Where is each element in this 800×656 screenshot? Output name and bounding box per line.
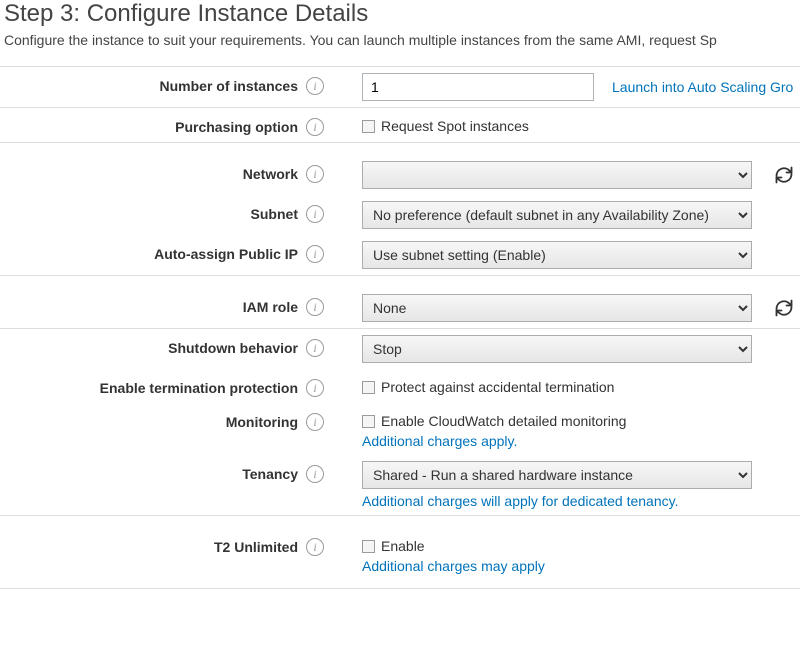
divider bbox=[0, 588, 800, 589]
label-network: Network bbox=[243, 166, 298, 182]
tenancy-select[interactable]: Shared - Run a shared hardware instance bbox=[362, 461, 752, 489]
termination-protection-checkbox[interactable] bbox=[362, 381, 375, 394]
info-icon[interactable]: i bbox=[306, 413, 324, 431]
refresh-icon[interactable] bbox=[774, 298, 794, 321]
refresh-icon[interactable] bbox=[774, 165, 794, 188]
label-termination-protection: Enable termination protection bbox=[100, 380, 298, 396]
page-title: Step 3: Configure Instance Details bbox=[4, 0, 800, 28]
t2-unlimited-checkbox-label: Enable bbox=[381, 538, 425, 554]
info-icon[interactable]: i bbox=[306, 298, 324, 316]
info-icon[interactable]: i bbox=[306, 538, 324, 556]
monitoring-checkbox[interactable] bbox=[362, 415, 375, 428]
label-iam-role: IAM role bbox=[243, 299, 298, 315]
label-monitoring: Monitoring bbox=[226, 414, 298, 430]
request-spot-checkbox[interactable] bbox=[362, 120, 375, 133]
info-icon[interactable]: i bbox=[306, 118, 324, 136]
info-icon[interactable]: i bbox=[306, 379, 324, 397]
termination-protection-checkbox-label: Protect against accidental termination bbox=[381, 379, 614, 395]
tenancy-charges-link[interactable]: Additional charges will apply for dedica… bbox=[362, 493, 752, 509]
monitoring-checkbox-label: Enable CloudWatch detailed monitoring bbox=[381, 413, 626, 429]
label-auto-assign-ip: Auto-assign Public IP bbox=[154, 246, 298, 262]
monitoring-charges-link[interactable]: Additional charges apply. bbox=[362, 433, 626, 449]
subnet-select[interactable]: No preference (default subnet in any Ava… bbox=[362, 201, 752, 229]
info-icon[interactable]: i bbox=[306, 205, 324, 223]
network-select[interactable] bbox=[362, 161, 752, 189]
info-icon[interactable]: i bbox=[306, 465, 324, 483]
t2-unlimited-checkbox[interactable] bbox=[362, 540, 375, 553]
auto-assign-ip-select[interactable]: Use subnet setting (Enable) bbox=[362, 241, 752, 269]
number-of-instances-input[interactable] bbox=[362, 73, 594, 101]
label-tenancy: Tenancy bbox=[242, 466, 298, 482]
t2-charges-link[interactable]: Additional charges may apply bbox=[362, 558, 545, 574]
iam-role-select[interactable]: None bbox=[362, 294, 752, 322]
info-icon[interactable]: i bbox=[306, 339, 324, 357]
label-number-of-instances: Number of instances bbox=[160, 78, 298, 94]
label-t2-unlimited: T2 Unlimited bbox=[214, 539, 298, 555]
page-subtitle: Configure the instance to suit your requ… bbox=[4, 32, 800, 48]
label-purchasing-option: Purchasing option bbox=[175, 119, 298, 135]
launch-into-asg-link[interactable]: Launch into Auto Scaling Gro bbox=[612, 73, 793, 95]
info-icon[interactable]: i bbox=[306, 245, 324, 263]
label-shutdown-behavior: Shutdown behavior bbox=[168, 340, 298, 356]
shutdown-behavior-select[interactable]: Stop bbox=[362, 335, 752, 363]
info-icon[interactable]: i bbox=[306, 165, 324, 183]
label-subnet: Subnet bbox=[251, 206, 298, 222]
info-icon[interactable]: i bbox=[306, 77, 324, 95]
request-spot-label: Request Spot instances bbox=[381, 118, 529, 134]
